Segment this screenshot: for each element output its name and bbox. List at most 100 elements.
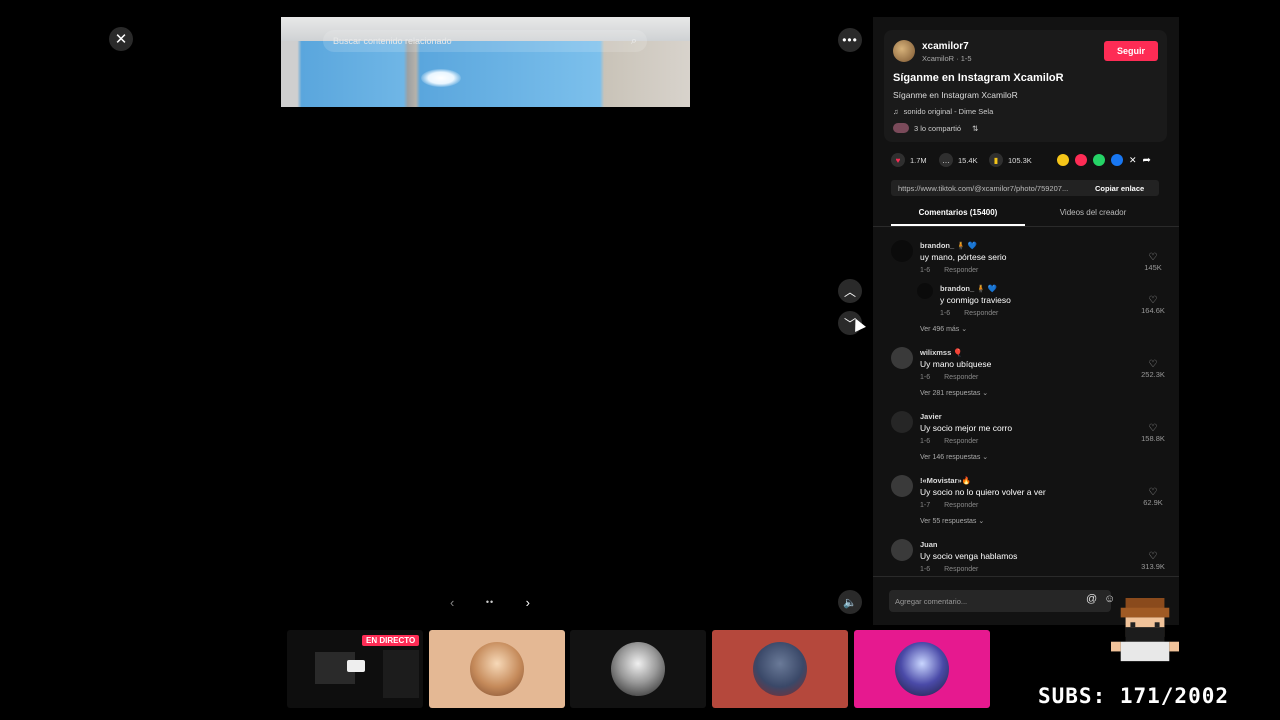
reply-button[interactable]: Responder	[944, 267, 978, 274]
x-share-icon[interactable]: ✕	[1129, 155, 1137, 166]
more-options-button[interactable]: •••	[838, 28, 862, 52]
close-button[interactable]: ✕	[109, 27, 133, 51]
comment-text: Uy socio mejor me corro	[920, 423, 1013, 433]
comment-stat[interactable]: … 15.4K	[939, 153, 978, 167]
embed-share-icon[interactable]	[1057, 154, 1069, 166]
tab-comments[interactable]: Comentarios (15400)	[891, 208, 1025, 217]
comment-date: 1-6	[920, 438, 931, 445]
reply-button[interactable]: Responder	[944, 374, 978, 381]
comment-avatar[interactable]	[891, 411, 913, 433]
view-replies[interactable]: Ver 55 respuestas ⌄	[920, 517, 984, 525]
thumbnail-channel[interactable]	[570, 630, 706, 708]
reply-button[interactable]: Responder	[944, 566, 978, 573]
chevron-down-icon: ⌄	[978, 518, 985, 525]
shared-by[interactable]: 3 lo compartió ⇅	[893, 123, 978, 133]
comment-input[interactable]: Agregar comentario...	[889, 590, 1111, 612]
reply-meta: 1-6 Responder	[940, 310, 998, 317]
comment-avatar[interactable]	[891, 539, 913, 561]
channel-avatar	[895, 642, 949, 696]
pager-prev-button[interactable]: ‹	[450, 595, 454, 610]
comment-icon: …	[939, 153, 953, 167]
more-icon: •••	[842, 33, 858, 47]
live-badge: EN DIRECTO	[362, 635, 420, 646]
copy-link-button[interactable]: Copiar enlace	[1095, 184, 1144, 193]
comment-user[interactable]: wilixmss 🎈	[920, 348, 963, 357]
comment-count: 15.4K	[958, 155, 978, 165]
reply-avatar[interactable]	[917, 283, 933, 299]
reply-button[interactable]: Responder	[964, 310, 998, 317]
previous-post-button[interactable]: ︿	[838, 279, 862, 303]
thumbnail-channel[interactable]	[712, 630, 848, 708]
thumbnail-channel[interactable]	[854, 630, 990, 708]
comment-user[interactable]: Juan	[920, 540, 938, 549]
comment-like-button[interactable]: ♡ 145K	[1138, 252, 1168, 272]
thumbnail-channel[interactable]	[429, 630, 565, 708]
save-stat[interactable]: ▮ 105.3K	[989, 153, 1032, 167]
view-replies[interactable]: Ver 281 respuestas ⌄	[920, 389, 988, 397]
thumbnail-panel	[383, 650, 419, 698]
creator-avatar[interactable]	[893, 40, 915, 62]
comment-avatar[interactable]	[891, 475, 913, 497]
reply-like-count: 164.6K	[1141, 306, 1165, 315]
channel-avatar	[611, 642, 665, 696]
mention-icon[interactable]: @	[1086, 593, 1097, 605]
comment-like-button[interactable]: ♡ 252.3K	[1138, 359, 1168, 379]
pixel-character-icon	[1111, 598, 1179, 662]
like-stat[interactable]: ♥ 1.7M	[891, 153, 927, 167]
comment-like-count: 252.3K	[1141, 370, 1165, 379]
save-count: 105.3K	[1008, 155, 1032, 165]
shared-label: 3 lo compartió	[914, 123, 962, 133]
comment-like-button[interactable]: ♡ 158.8K	[1138, 423, 1168, 443]
post-sound[interactable]: ♫ sonido original - Dime Sela	[893, 107, 993, 116]
reply-button[interactable]: Responder	[944, 502, 978, 509]
tab-creator-videos[interactable]: Videos del creador	[1026, 208, 1160, 217]
comment-date: 1-6	[920, 566, 931, 573]
post-description: Síganme en Instagram XcamiloR	[893, 90, 1018, 100]
whatsapp-icon[interactable]	[1093, 154, 1105, 166]
chevron-up-icon: ︿	[843, 284, 856, 299]
comment-avatar[interactable]	[891, 347, 913, 369]
heart-outline-icon: ♡	[1148, 295, 1158, 306]
repost-icon: ⇅	[972, 123, 979, 133]
channel-avatar	[753, 642, 807, 696]
send-share-icon[interactable]	[1075, 154, 1087, 166]
comment-like-count: 313.9K	[1141, 562, 1165, 571]
view-more-replies[interactable]: Ver 496 más ⌄	[920, 325, 967, 333]
comment-item: Javier Uy socio mejor me corro 1-6 Respo…	[891, 411, 1171, 471]
follow-button[interactable]: Seguir	[1104, 41, 1158, 61]
reply-like-button[interactable]: ♡ 164.6K	[1138, 295, 1168, 315]
close-icon: ✕	[114, 31, 128, 48]
reply-user[interactable]: brandon_ 🧍 💙	[940, 284, 997, 293]
comment-like-count: 158.8K	[1141, 434, 1165, 443]
post-link-url[interactable]: https://www.tiktok.com/@xcamilor7/photo/…	[891, 184, 1091, 193]
comment-avatar[interactable]	[891, 240, 913, 262]
comment-like-button[interactable]: ♡ 62.9K	[1138, 487, 1168, 507]
view-replies[interactable]: Ver 146 respuestas ⌄	[920, 453, 988, 461]
comment-user[interactable]: brandon_ 🧍 💙	[920, 241, 977, 250]
thumbnail-live[interactable]: EN DIRECTO	[287, 630, 423, 708]
comment-meta: 1-7 Responder	[920, 502, 978, 509]
pager-next-button[interactable]: ›	[526, 595, 530, 610]
reply-button[interactable]: Responder	[944, 438, 978, 445]
volume-button[interactable]: 🔈	[838, 590, 862, 614]
thumbnail-window	[347, 660, 365, 672]
reply-text: y conmigo travieso	[940, 295, 1011, 305]
post-link-box: https://www.tiktok.com/@xcamilor7/photo/…	[891, 180, 1159, 196]
creator-username[interactable]: xcamilor7	[922, 41, 969, 52]
forward-share-icon[interactable]: ➦	[1143, 155, 1151, 166]
heart-outline-icon: ♡	[1148, 423, 1158, 434]
comment-like-count: 62.9K	[1143, 498, 1163, 507]
tab-divider	[873, 226, 1179, 227]
comment-text: Uy socio venga hablamos	[920, 551, 1018, 561]
comment-date: 1-6	[920, 267, 931, 274]
subs-counter: SUBS: 171/2002	[1038, 684, 1230, 708]
comment-meta: 1-6 Responder	[920, 267, 978, 274]
comment-user[interactable]: Javier	[920, 412, 942, 421]
comment-user[interactable]: !«Movistar»🔥	[920, 476, 971, 485]
comment-item: !«Movistar»🔥 Uy socio no lo quiero volve…	[891, 475, 1171, 535]
related-search-input[interactable]: Buscar contenido relacionado ⌕	[323, 30, 647, 52]
facebook-icon[interactable]	[1111, 154, 1123, 166]
search-icon[interactable]: ⌕	[631, 35, 637, 48]
speaker-icon: 🔈	[843, 596, 857, 609]
comment-like-button[interactable]: ♡ 313.9K	[1138, 551, 1168, 571]
